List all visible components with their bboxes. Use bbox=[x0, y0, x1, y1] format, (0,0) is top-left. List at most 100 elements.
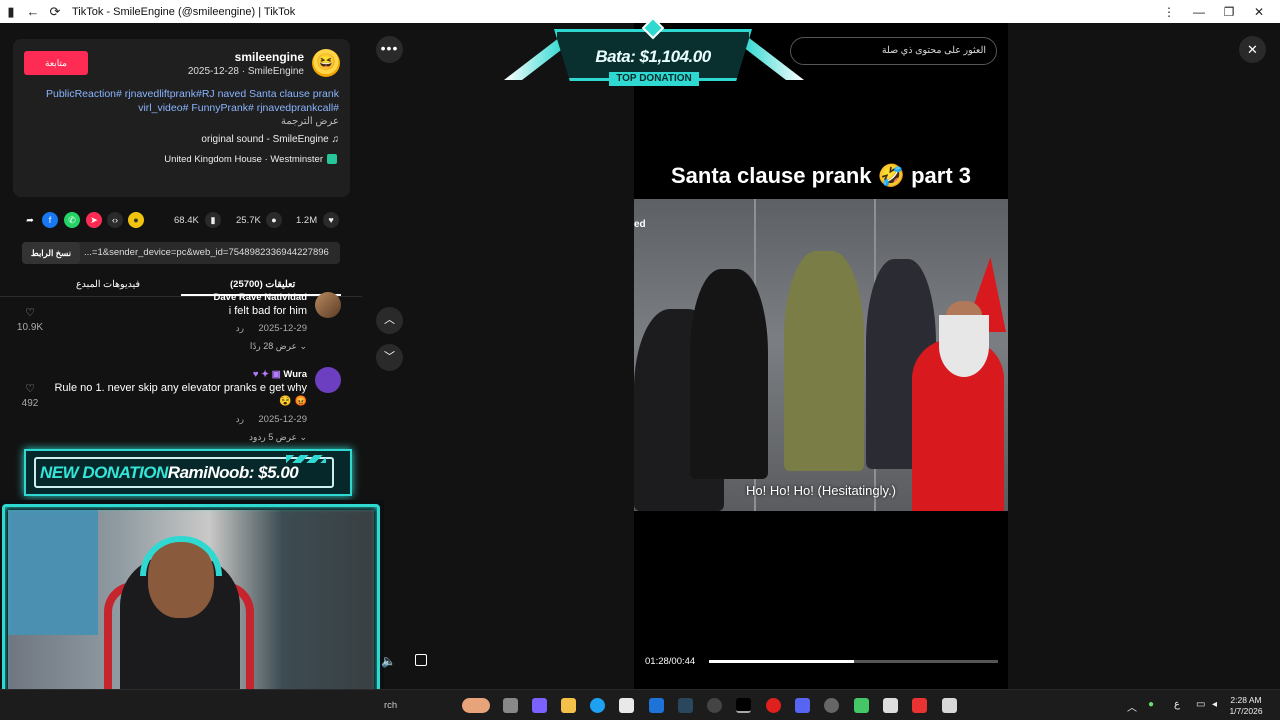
comment-icon[interactable]: ● bbox=[266, 212, 282, 228]
close-icon[interactable]: ✕ bbox=[1239, 36, 1266, 63]
link-url[interactable]: ...=1&sender_device=pc&web_id=7548982336… bbox=[84, 247, 329, 258]
tf-icon[interactable] bbox=[912, 698, 927, 713]
video-time: 01:28/00:44 bbox=[645, 656, 696, 667]
previous-video-button[interactable]: ︿ bbox=[376, 307, 403, 334]
app-icon[interactable] bbox=[942, 698, 957, 713]
reply-link[interactable]: رد bbox=[236, 414, 244, 425]
donation-label: NEW DONATION bbox=[40, 463, 168, 482]
video-title: Santa clause prank 🤣 part 3 bbox=[670, 163, 972, 188]
link-bar: نسخ الرابط ...=1&sender_device=pc&web_id… bbox=[22, 242, 340, 264]
comment-like-count: 492 bbox=[21, 398, 39, 409]
restore-icon[interactable]: ❐ bbox=[1214, 5, 1244, 19]
avatar[interactable] bbox=[315, 367, 341, 393]
comment-heart-icon[interactable]: ♡ bbox=[17, 306, 43, 319]
comment-date: 2025-12-29 bbox=[258, 323, 307, 334]
comment-date: 2025-12-29 bbox=[258, 414, 307, 425]
donation-text: NEW DONATIONRamiNoob: $5.00 bbox=[40, 463, 299, 483]
person-figure bbox=[784, 251, 864, 471]
window-controls: ⋮ — ❐ ✕ bbox=[1154, 0, 1274, 23]
comment-author-name: Wura bbox=[283, 369, 307, 380]
video-player[interactable]: Santa clause prank 🤣 part 3 ed Ho! Ho! H… bbox=[634, 23, 1008, 695]
caption-line-1[interactable]: PublicReaction# rjnavedliftprank#RJ nave… bbox=[19, 88, 339, 100]
seek-bar[interactable] bbox=[709, 660, 998, 663]
webcam-frame bbox=[2, 504, 380, 716]
video-subtitle: Ho! Ho! Ho! (Hesitatingly.) bbox=[745, 483, 897, 498]
store-icon[interactable] bbox=[619, 698, 634, 713]
tiktok-icon[interactable] bbox=[736, 698, 751, 713]
next-video-button[interactable]: ﹀ bbox=[376, 344, 403, 371]
volume-icon[interactable]: 🔈 bbox=[381, 654, 396, 668]
microphone-icon[interactable]: ● bbox=[1148, 699, 1154, 710]
network-icon[interactable]: ▭ bbox=[1196, 699, 1205, 710]
comment-author[interactable]: Dave Rave Natividad bbox=[214, 292, 307, 303]
speaker-icon[interactable]: ◂ bbox=[1212, 699, 1217, 710]
reload-icon[interactable]: ⟳ bbox=[44, 4, 66, 20]
steam-icon[interactable] bbox=[678, 698, 693, 713]
view-replies-label: عرض 28 ردًا bbox=[249, 341, 297, 351]
bookmark-icon[interactable]: ▮ bbox=[205, 212, 221, 228]
reply-link[interactable]: رد bbox=[236, 323, 244, 334]
creator-avatar[interactable]: 😆 bbox=[312, 49, 340, 77]
send-icon[interactable]: ➤ bbox=[86, 212, 102, 228]
embed-icon[interactable]: ‹› bbox=[107, 212, 123, 228]
related-search-box[interactable]: العثور على محتوى ذي صلة bbox=[790, 37, 997, 65]
picture-in-picture-icon[interactable] bbox=[415, 654, 427, 666]
likes-count: 1.2M bbox=[296, 215, 318, 226]
search-highlight-icon[interactable] bbox=[462, 698, 490, 713]
comment-author[interactable]: ♥ ✦ ▣ Wura bbox=[253, 369, 307, 380]
creator-username[interactable]: smileengine bbox=[235, 50, 304, 64]
tab-comments[interactable]: تعليقات (25700) bbox=[230, 279, 295, 290]
outlook-icon[interactable] bbox=[649, 698, 664, 713]
menu-icon[interactable]: ▮ bbox=[0, 4, 22, 20]
comment-like-count: 10.9K bbox=[16, 322, 44, 333]
edge-icon[interactable] bbox=[590, 698, 605, 713]
4k-icon[interactable] bbox=[707, 698, 722, 713]
tray-chevron-icon[interactable]: ︿ bbox=[1127, 699, 1137, 714]
app-icon[interactable] bbox=[854, 698, 869, 713]
location-link[interactable]: United Kingdom House · Westminster bbox=[164, 154, 337, 165]
facebook-icon[interactable]: f bbox=[42, 212, 58, 228]
file-explorer-icon[interactable] bbox=[561, 698, 576, 713]
close-window-icon[interactable]: ✕ bbox=[1244, 5, 1274, 19]
top-donation-amount: Bata: $1,104.00 bbox=[595, 47, 711, 66]
avatar[interactable] bbox=[315, 292, 341, 318]
santa-beard bbox=[939, 315, 989, 377]
taskbar-search[interactable]: rch bbox=[384, 700, 397, 711]
task-view-icon[interactable] bbox=[503, 698, 518, 713]
emoji-icons: 😵 😡 bbox=[279, 396, 307, 407]
comment-text: i felt bad for him bbox=[228, 305, 307, 317]
caption-line-2[interactable]: virl_video# FunnyPrank# rjnavedprankcall… bbox=[19, 102, 339, 114]
whatsapp-icon[interactable]: ✆ bbox=[64, 212, 80, 228]
language-indicator[interactable]: ع bbox=[1174, 699, 1180, 710]
music-note-icon: ♫ bbox=[331, 134, 340, 145]
comment-text: Rule no 1. never skip any elevator prank… bbox=[54, 382, 307, 394]
gift-icon[interactable]: ● bbox=[128, 212, 144, 228]
share-arrow-icon[interactable]: ➦ bbox=[22, 212, 38, 228]
badge-icons: ♥ ✦ ▣ bbox=[252, 369, 284, 380]
heart-icon[interactable]: ♥ bbox=[323, 212, 339, 228]
translate-link[interactable]: عرض الترجمة bbox=[281, 116, 339, 127]
tab-creator-videos[interactable]: فيديوهات المبدع bbox=[76, 279, 140, 290]
sound-name: original sound - SmileEngine bbox=[201, 134, 329, 145]
comment-heart-icon[interactable]: ♡ bbox=[17, 382, 43, 395]
discord-icon[interactable] bbox=[795, 698, 810, 713]
seek-bar-fill bbox=[709, 660, 854, 663]
back-arrow-icon[interactable]: ← bbox=[22, 4, 44, 19]
minimize-icon[interactable]: — bbox=[1184, 5, 1214, 19]
obs-icon[interactable] bbox=[824, 698, 839, 713]
more-options-icon[interactable]: ⋮ bbox=[1154, 5, 1184, 19]
sound-link[interactable]: original sound - SmileEngine ♫ bbox=[201, 134, 339, 145]
follow-button[interactable]: متابعة bbox=[24, 51, 88, 75]
top-donation-overlay: Bata: $1,104.00 TOP DONATION bbox=[504, 16, 804, 86]
more-options-button[interactable]: ••• bbox=[376, 36, 403, 63]
copilot-icon[interactable] bbox=[532, 698, 547, 713]
opera-icon[interactable] bbox=[766, 698, 781, 713]
stripe-decoration bbox=[286, 455, 326, 463]
watermark-text: ed bbox=[634, 219, 646, 230]
clock-time: 2:28 AM bbox=[1230, 695, 1262, 705]
taskbar-clock[interactable]: 2:28 AM 1/7/2026 bbox=[1225, 695, 1267, 717]
view-replies-link[interactable]: عرض 5 ردود ⌄ bbox=[249, 432, 307, 443]
mail-icon[interactable] bbox=[883, 698, 898, 713]
view-replies-link[interactable]: عرض 28 ردًا ⌄ bbox=[250, 341, 307, 352]
copy-link-button[interactable]: نسخ الرابط bbox=[22, 242, 80, 264]
